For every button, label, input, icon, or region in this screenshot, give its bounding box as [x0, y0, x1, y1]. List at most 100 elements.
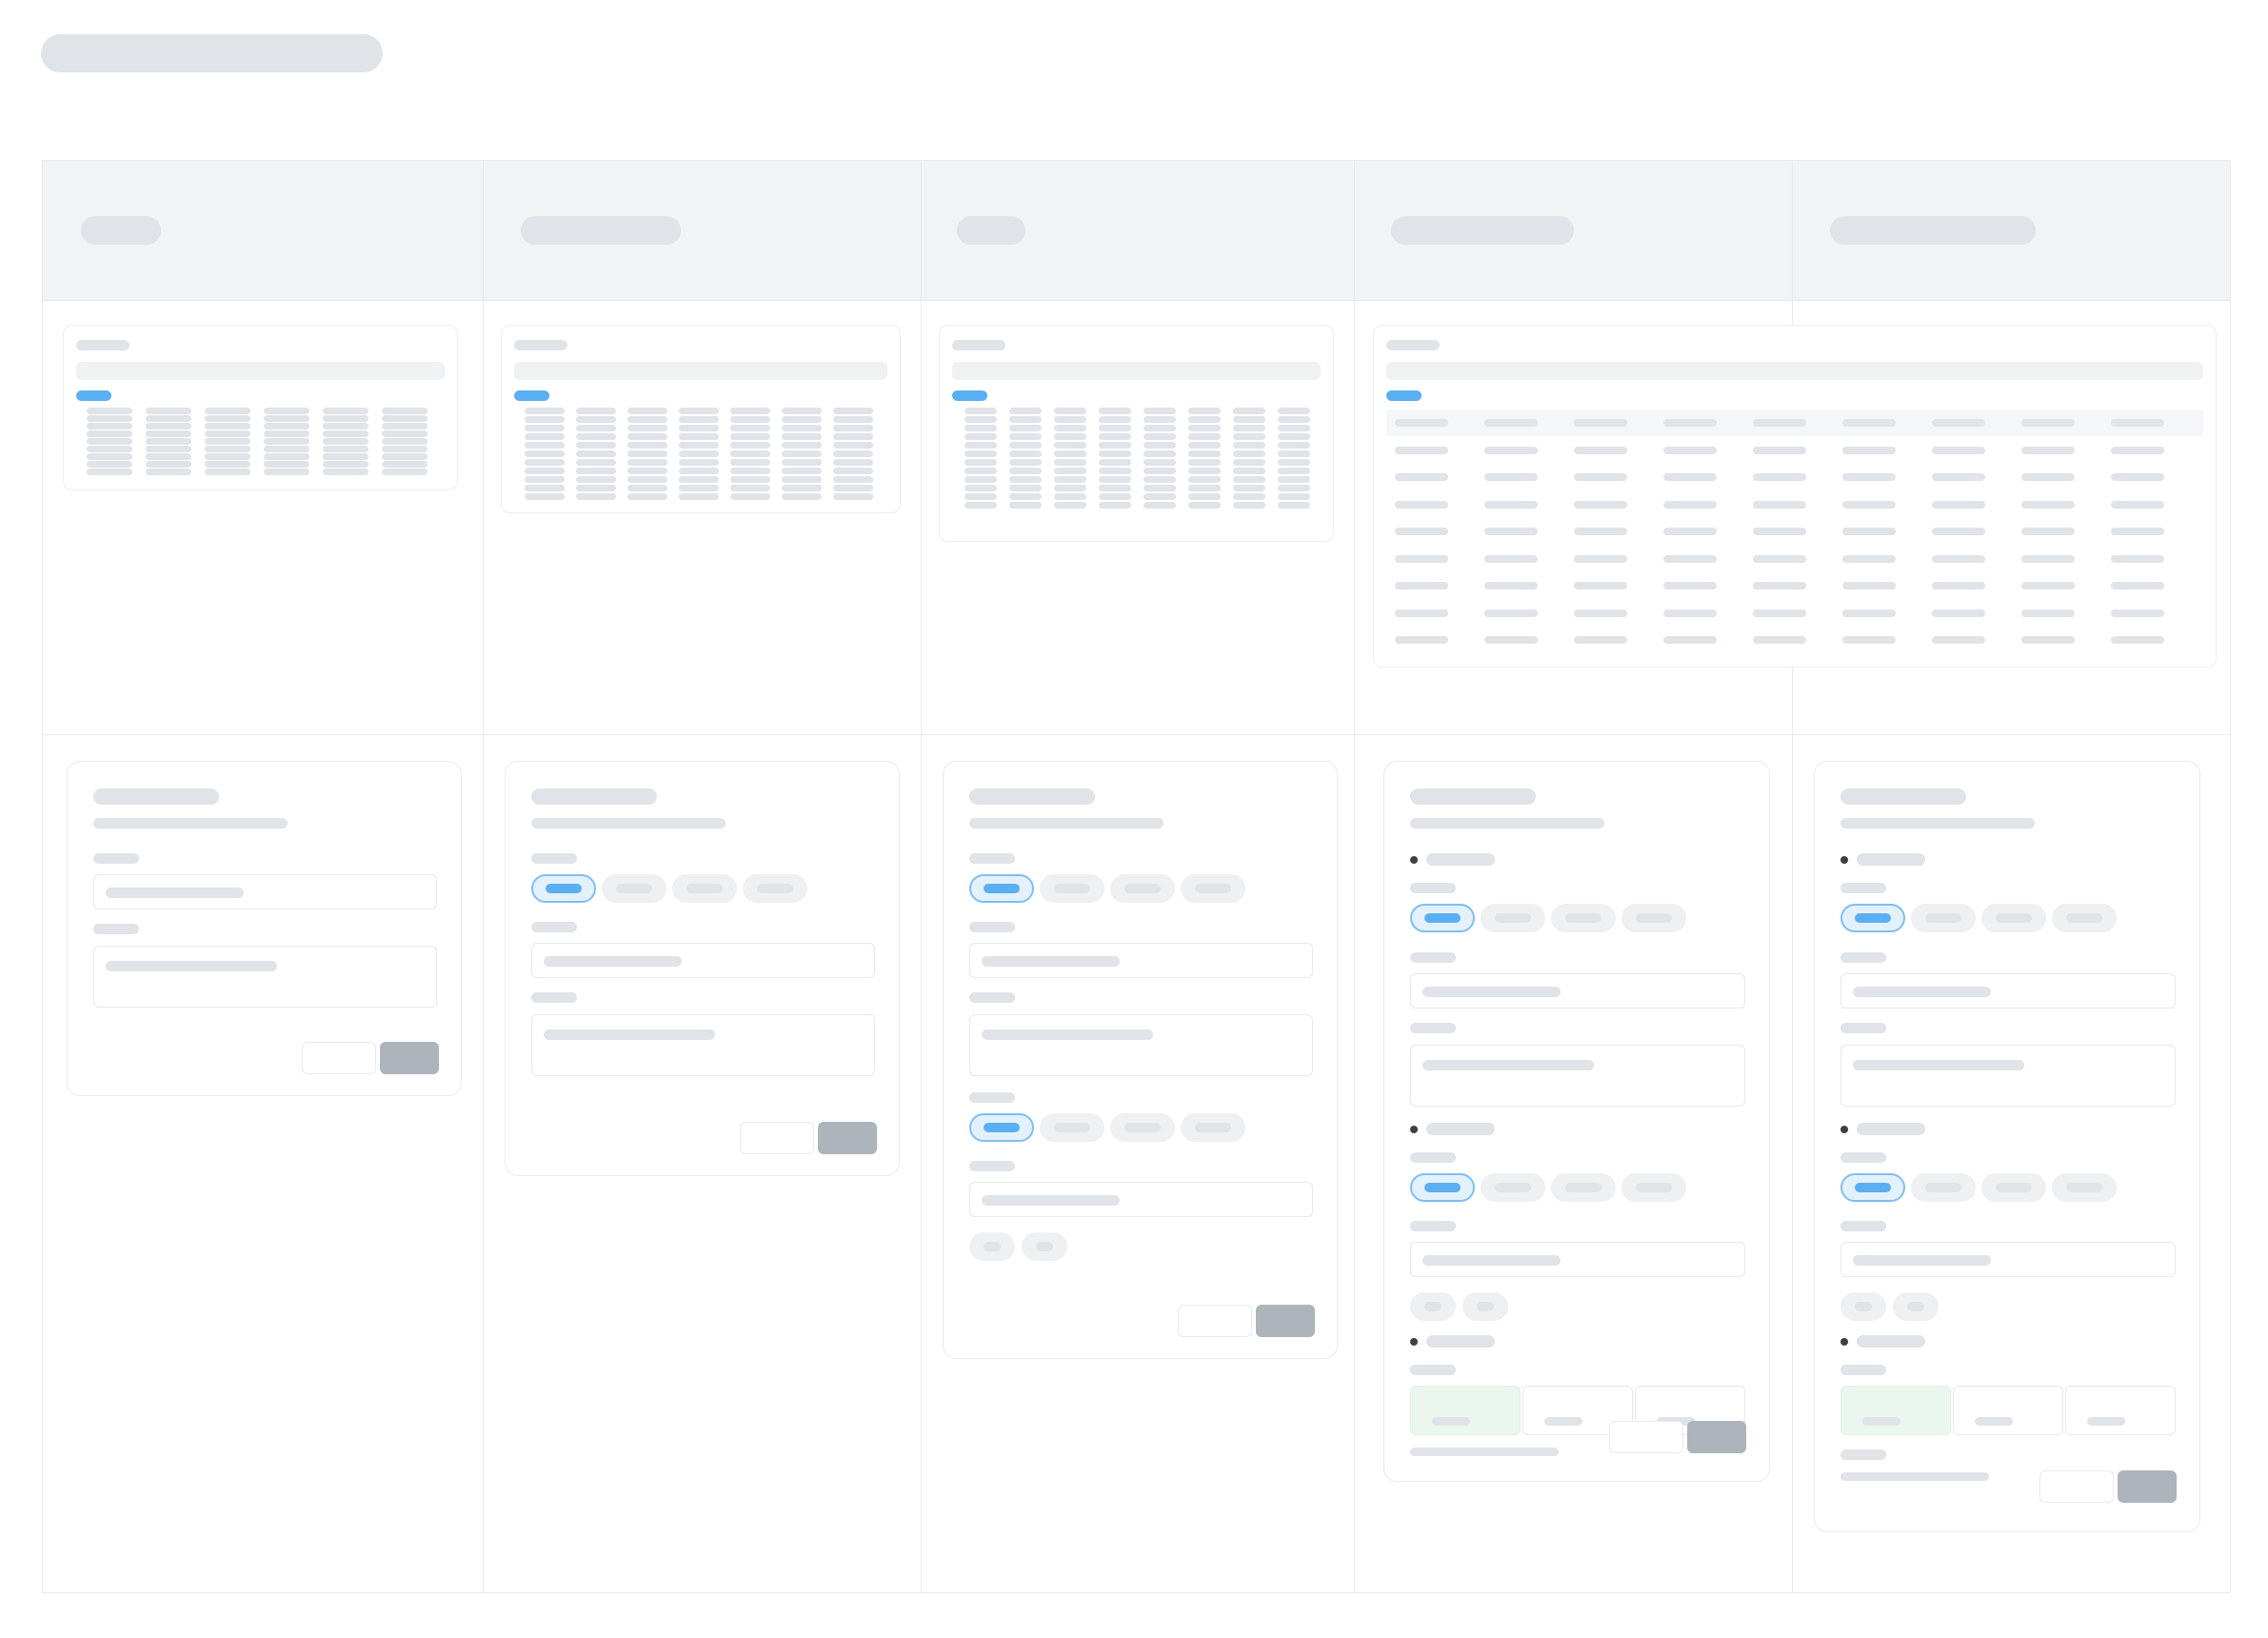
submit-button[interactable] [818, 1122, 877, 1154]
option-chip-selected[interactable] [531, 874, 596, 903]
table-cell-skeleton [1233, 433, 1265, 440]
option-chip[interactable] [672, 874, 737, 903]
option-chip[interactable] [1481, 1173, 1545, 1202]
submit-button[interactable] [2118, 1470, 2177, 1503]
option-chip[interactable] [1181, 874, 1245, 903]
option-chip-selected[interactable] [1410, 1173, 1475, 1202]
table-cell-skeleton [1574, 554, 1627, 563]
option-tile-selected[interactable] [1840, 1386, 1951, 1435]
text-input[interactable] [1840, 973, 2176, 1009]
accent-tag [952, 390, 987, 401]
table-preview-card-4[interactable] [1373, 325, 2217, 668]
table-cell-skeleton [1144, 459, 1176, 466]
table-cell-skeleton [525, 485, 565, 491]
form-card-4 [1383, 761, 1770, 1482]
search-input[interactable] [1386, 362, 2203, 380]
option-chip[interactable] [1981, 1173, 2046, 1202]
option-chip[interactable] [1911, 904, 1976, 932]
cancel-button[interactable] [1609, 1421, 1683, 1453]
submit-button[interactable] [1256, 1305, 1315, 1337]
table-cell-skeleton [833, 408, 873, 414]
option-tile[interactable] [1953, 1386, 2063, 1435]
option-chip[interactable] [1110, 874, 1175, 903]
table-cell-skeleton [1188, 416, 1221, 423]
cancel-button[interactable] [740, 1122, 814, 1154]
option-chip[interactable] [1981, 904, 2046, 932]
submit-button[interactable] [1687, 1421, 1746, 1453]
row-divider [43, 734, 2230, 735]
textarea-input[interactable] [1840, 1045, 2176, 1107]
table-cell-skeleton [1932, 500, 1985, 509]
table-cell-skeleton [782, 450, 822, 457]
text-input[interactable] [1840, 1242, 2176, 1277]
table-cell-skeleton [1753, 500, 1806, 509]
cancel-button[interactable] [302, 1042, 376, 1074]
small-chip[interactable] [1840, 1292, 1886, 1321]
option-chip-selected[interactable] [1410, 904, 1475, 932]
small-chip[interactable] [1410, 1292, 1456, 1321]
small-chip[interactable] [969, 1232, 1015, 1261]
table-cell-skeleton [1099, 476, 1131, 483]
table-cell-skeleton [1574, 473, 1627, 481]
table-preview-card-1[interactable] [63, 325, 458, 490]
small-chip[interactable] [1022, 1232, 1067, 1261]
table-grid [952, 408, 1321, 535]
table-cell-skeleton [1278, 450, 1310, 457]
option-chip[interactable] [1481, 904, 1545, 932]
option-chip[interactable] [1181, 1113, 1245, 1142]
section-bullet [1840, 1126, 1848, 1133]
cancel-button[interactable] [2039, 1470, 2114, 1503]
option-chip-selected[interactable] [1840, 904, 1905, 932]
small-chip[interactable] [1462, 1292, 1508, 1321]
textarea-input[interactable] [1410, 1045, 1745, 1107]
search-input[interactable] [76, 362, 445, 380]
table-cell-skeleton [205, 453, 250, 460]
search-input[interactable] [952, 362, 1321, 380]
text-input[interactable] [93, 874, 437, 909]
submit-button[interactable] [380, 1042, 439, 1074]
option-tile[interactable] [2065, 1386, 2176, 1435]
search-input[interactable] [514, 362, 887, 380]
table-cell-skeleton [264, 461, 309, 468]
option-tile-selected[interactable] [1410, 1386, 1521, 1435]
option-chip[interactable] [743, 874, 807, 903]
table-cell-skeleton [1233, 425, 1265, 431]
text-input[interactable] [969, 1182, 1313, 1217]
cancel-button[interactable] [1178, 1305, 1252, 1337]
table-preview-card-3[interactable] [939, 325, 1334, 542]
textarea-input[interactable] [531, 1014, 875, 1076]
table-preview-card-2[interactable] [501, 325, 901, 513]
option-chip[interactable] [1621, 1173, 1686, 1202]
small-chip[interactable] [1893, 1292, 1939, 1321]
option-chip[interactable] [1911, 1173, 1976, 1202]
field-label [1410, 1221, 1456, 1231]
textarea-input[interactable] [969, 1014, 1313, 1076]
text-input[interactable] [531, 943, 875, 978]
option-chip[interactable] [1040, 874, 1104, 903]
option-chip[interactable] [1621, 904, 1686, 932]
textarea-input[interactable] [93, 946, 437, 1008]
option-chip[interactable] [1110, 1113, 1175, 1142]
text-input[interactable] [1410, 973, 1745, 1009]
option-chip-selected[interactable] [1840, 1173, 1905, 1202]
option-chip[interactable] [1551, 1173, 1616, 1202]
option-chip-selected[interactable] [969, 874, 1034, 903]
option-chip[interactable] [2052, 904, 2117, 932]
table-cell-skeleton [1054, 468, 1086, 474]
table-cell-skeleton [1099, 442, 1131, 449]
table-cell-skeleton [1009, 476, 1042, 483]
option-chip[interactable] [602, 874, 666, 903]
table-cell-skeleton [627, 450, 667, 457]
table-cell-skeleton [1144, 485, 1176, 491]
text-input[interactable] [969, 943, 1313, 978]
option-chip[interactable] [1040, 1113, 1104, 1142]
table-cell-skeleton [2111, 554, 2164, 563]
table-cell-skeleton [525, 476, 565, 483]
option-chip-selected[interactable] [969, 1113, 1034, 1142]
option-chip[interactable] [2052, 1173, 2117, 1202]
option-chip[interactable] [1551, 904, 1616, 932]
text-input[interactable] [1410, 1242, 1745, 1277]
table-cell-skeleton [576, 468, 616, 474]
table-cell-skeleton [1663, 446, 1717, 454]
table-cell-skeleton [87, 408, 132, 414]
